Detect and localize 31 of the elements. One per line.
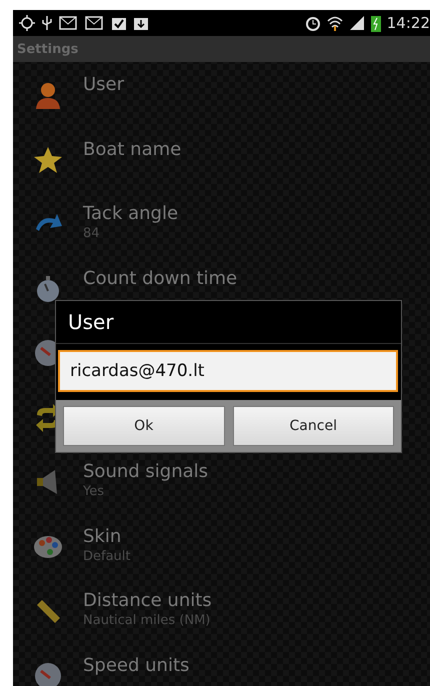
setting-summary: 84 xyxy=(83,226,101,241)
setting-title[interactable]: User xyxy=(83,74,124,95)
usb-icon xyxy=(41,15,53,31)
checkbox-icon xyxy=(111,15,127,31)
person-icon xyxy=(33,80,63,110)
setting-title[interactable]: Tack angle xyxy=(83,203,178,224)
setting-title[interactable]: Boat name xyxy=(83,138,182,160)
clock-time: 14:22 xyxy=(386,14,430,32)
cancel-button[interactable]: Cancel xyxy=(232,406,394,446)
setting-title[interactable]: Speed units xyxy=(83,654,190,676)
mail-icon xyxy=(59,16,79,30)
gauge-icon xyxy=(33,660,63,686)
wifi-icon xyxy=(326,15,343,31)
alarm-icon xyxy=(304,15,321,31)
mail-icon xyxy=(85,16,105,30)
setting-summary: Nautical miles (NM) xyxy=(83,613,212,628)
signal-icon xyxy=(348,15,365,31)
setting-title[interactable]: Skin xyxy=(83,526,130,546)
setting-summary: Yes xyxy=(83,484,105,499)
dialog-title: User xyxy=(56,301,401,344)
ok-button[interactable]: Ok xyxy=(63,406,224,446)
screen-title: Settings xyxy=(17,42,78,56)
user-input-field[interactable]: ricardas@470.lt xyxy=(58,350,398,392)
battery-icon xyxy=(370,14,381,32)
setting-title[interactable]: Distance units xyxy=(83,590,212,611)
setting-title[interactable]: Count down time xyxy=(83,268,238,288)
setting-summary: Default xyxy=(83,548,130,564)
setting-title[interactable]: Sound signals xyxy=(83,461,208,482)
star-icon xyxy=(33,144,63,174)
download-icon xyxy=(133,15,149,31)
gps-icon xyxy=(19,15,35,31)
